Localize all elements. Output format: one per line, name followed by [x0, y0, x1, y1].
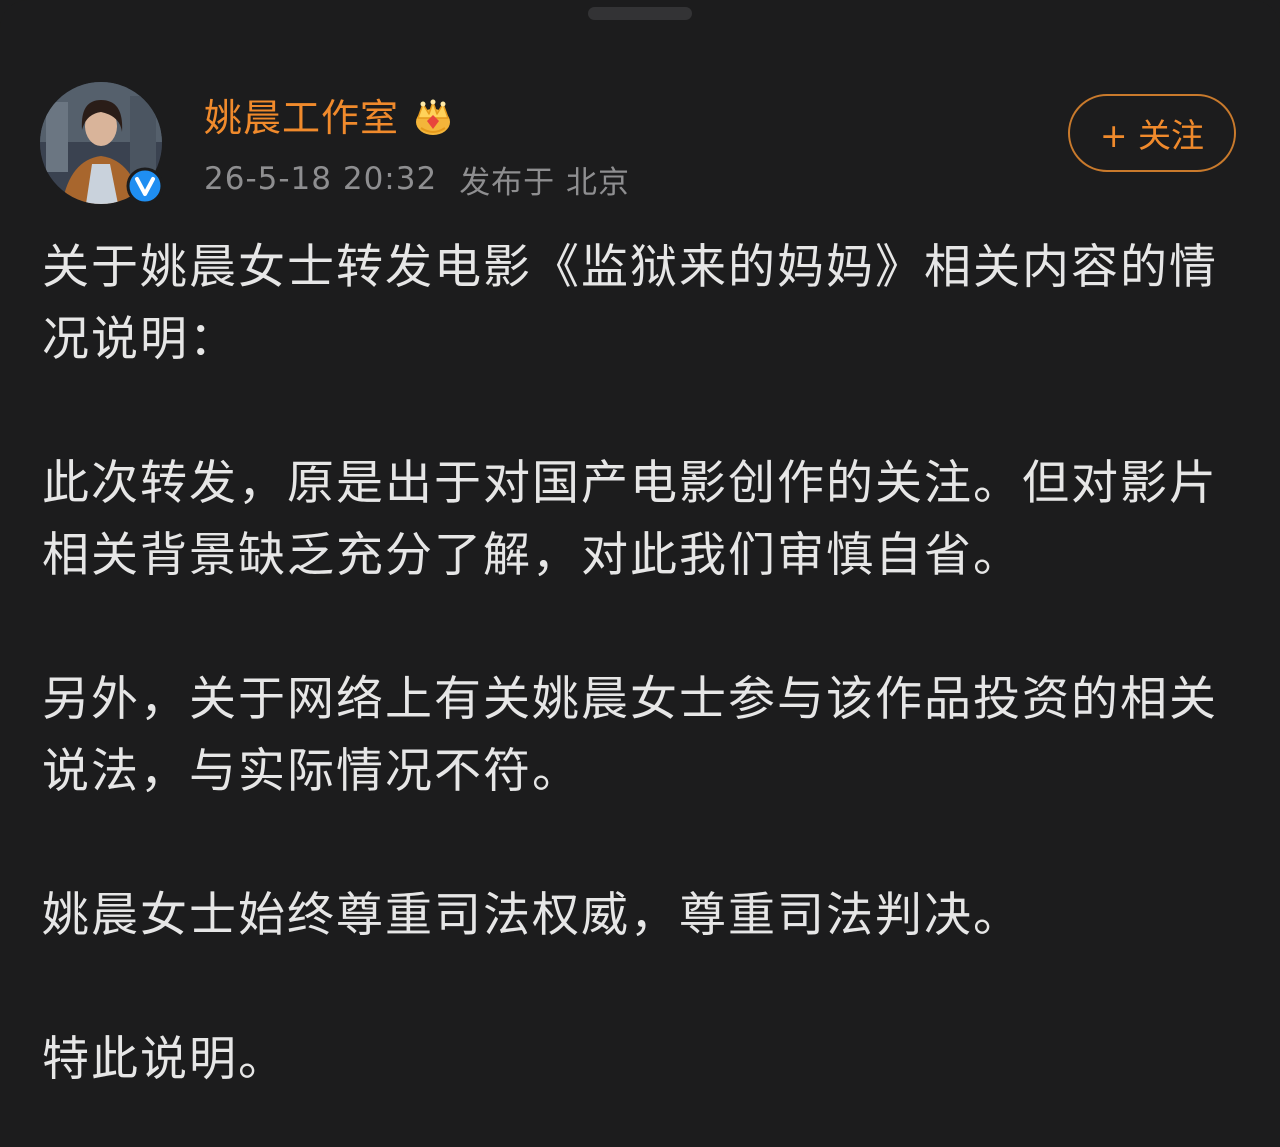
crown-icon[interactable] [411, 96, 455, 140]
verified-v-badge-icon [126, 167, 164, 205]
post-paragraph: 关于姚晨女士转发电影《监狱来的妈妈》相关内容的情况说明： [42, 240, 1218, 367]
post-location: 发布于 北京 [459, 164, 631, 201]
post-paragraph: 特此说明。 [42, 1032, 287, 1087]
post-sheet: 姚晨工作室 26-5-18 20:32 发布于 北京 + 关注 关于姚晨女士转发… [0, 0, 1280, 1147]
post-body: 关于姚晨女士转发电影《监狱来的妈妈》相关内容的情况说明： 此次转发，原是出于对国… [42, 232, 1242, 1096]
post-paragraph: 姚晨女士始终尊重司法权威，尊重司法判决。 [42, 888, 1022, 943]
author-row: 姚晨工作室 [204, 92, 455, 144]
follow-button[interactable]: + 关注 [1068, 94, 1236, 172]
drag-handle[interactable] [588, 7, 692, 20]
post-meta: 26-5-18 20:32 发布于 北京 [204, 156, 630, 202]
post-paragraph: 此次转发，原是出于对国产电影创作的关注。但对影片相关背景缺乏充分了解，对此我们审… [42, 456, 1218, 583]
post-timestamp: 26-5-18 20:32 [204, 161, 438, 197]
post-paragraph: 另外，关于网络上有关姚晨女士参与该作品投资的相关说法，与实际情况不符。 [42, 672, 1218, 799]
author-name[interactable]: 姚晨工作室 [204, 92, 399, 144]
